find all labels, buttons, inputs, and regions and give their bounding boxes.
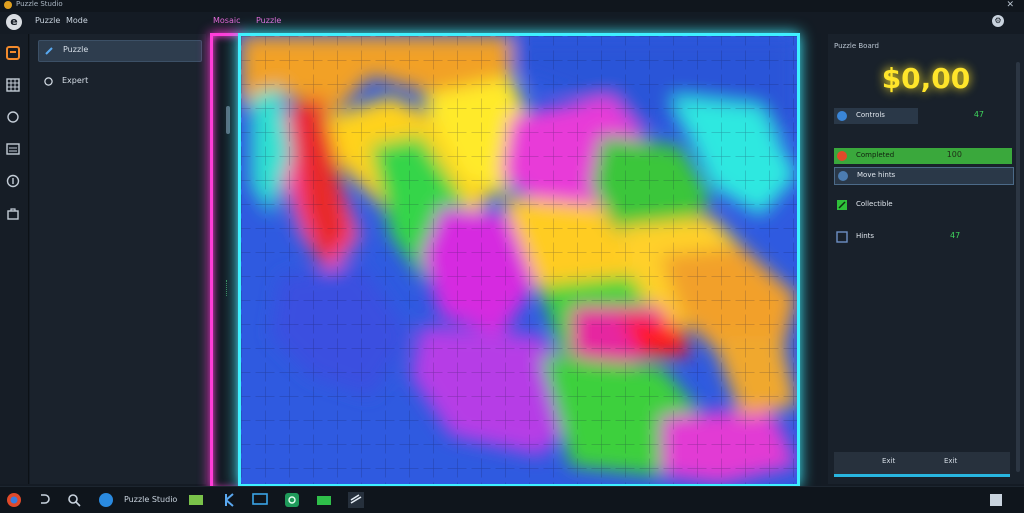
start-icon[interactable] <box>6 492 22 508</box>
menu-puzzle[interactable]: Puzzle <box>35 16 60 25</box>
puzzle-app-icon[interactable] <box>348 492 364 508</box>
info-icon[interactable] <box>6 174 20 188</box>
hints-icon <box>836 231 848 243</box>
icon-rail <box>0 34 29 484</box>
stat-value: 47 <box>950 231 961 240</box>
action-bar: Exit Exit <box>834 452 1010 477</box>
exit-button-2[interactable]: Exit <box>944 457 957 465</box>
puzzle-icon <box>45 47 53 55</box>
stat-move-hints[interactable]: Move hints <box>834 167 1014 185</box>
stat-collectible[interactable]: Collectible <box>834 197 1012 213</box>
breadcrumb-mosaic[interactable]: Mosaic <box>213 16 241 25</box>
nav-item-label: Puzzle <box>63 45 89 54</box>
k-app-icon[interactable] <box>222 492 238 508</box>
settings-icon[interactable]: ⚙ <box>992 15 1004 27</box>
stat-value: 100 <box>946 150 962 159</box>
left-panel: Puzzle Expert <box>30 34 230 484</box>
notification-icon[interactable] <box>990 494 1002 506</box>
stat-completed[interactable]: Completed 100 <box>834 148 1012 164</box>
brand-icon[interactable]: e <box>6 14 22 30</box>
title-bar: Puzzle Studio ✕ <box>0 0 1024 12</box>
image-app-icon[interactable] <box>188 492 204 508</box>
stat-label: Controls <box>856 111 885 119</box>
puzzle-area <box>210 33 800 491</box>
mic-icon[interactable] <box>36 492 52 508</box>
bag-icon[interactable] <box>6 206 20 220</box>
app-logo-icon <box>4 1 12 9</box>
menu-mode[interactable]: Mode <box>66 16 88 25</box>
stat-hints[interactable]: Hints 47 <box>834 229 1012 245</box>
stat-label: Completed <box>856 151 895 159</box>
shape-icon[interactable] <box>6 110 20 124</box>
home-icon[interactable] <box>6 46 20 60</box>
search-icon[interactable] <box>66 492 82 508</box>
collectible-icon <box>837 200 847 210</box>
puzzle-image[interactable] <box>241 36 797 484</box>
menu-bar: e Puzzle Mode Mosaic Puzzle ⚙ <box>0 12 1024 32</box>
window-title: Puzzle Studio <box>16 0 63 8</box>
monitor-icon[interactable] <box>252 492 268 508</box>
close-icon[interactable]: ✕ <box>1006 0 1014 10</box>
right-scrollbar[interactable] <box>1016 62 1020 472</box>
nav-item-expert[interactable]: Expert <box>38 72 200 92</box>
score-panel: Puzzle Board $0,00 Controls 47 Completed… <box>828 34 1024 484</box>
browser-icon[interactable] <box>98 492 114 508</box>
score-display: $0,00 <box>881 62 971 95</box>
shield-app-icon[interactable] <box>284 492 300 508</box>
target-icon <box>837 151 847 161</box>
folder-icon[interactable] <box>316 492 332 508</box>
stat-label: Move hints <box>857 171 896 179</box>
list-icon[interactable] <box>6 142 20 156</box>
stat-label: Hints <box>856 232 875 240</box>
stat-controls[interactable]: Controls 47 <box>834 108 984 124</box>
taskbar-app-label[interactable]: Puzzle Studio <box>124 495 177 504</box>
panel-title: Puzzle Board <box>834 42 879 50</box>
puzzle-board[interactable] <box>238 33 800 487</box>
controls-icon <box>837 111 847 121</box>
stat-label: Collectible <box>856 200 893 208</box>
breadcrumb-puzzle[interactable]: Puzzle <box>256 16 281 25</box>
stat-value: 47 <box>973 110 984 119</box>
taskbar: Puzzle Studio <box>0 486 1024 513</box>
nav-item-label: Expert <box>62 76 89 85</box>
clock-icon <box>44 77 53 86</box>
nav-item-puzzle[interactable]: Puzzle <box>38 40 202 62</box>
hint-icon <box>838 171 848 181</box>
exit-button[interactable]: Exit <box>882 457 895 465</box>
grid-icon[interactable] <box>6 78 20 92</box>
